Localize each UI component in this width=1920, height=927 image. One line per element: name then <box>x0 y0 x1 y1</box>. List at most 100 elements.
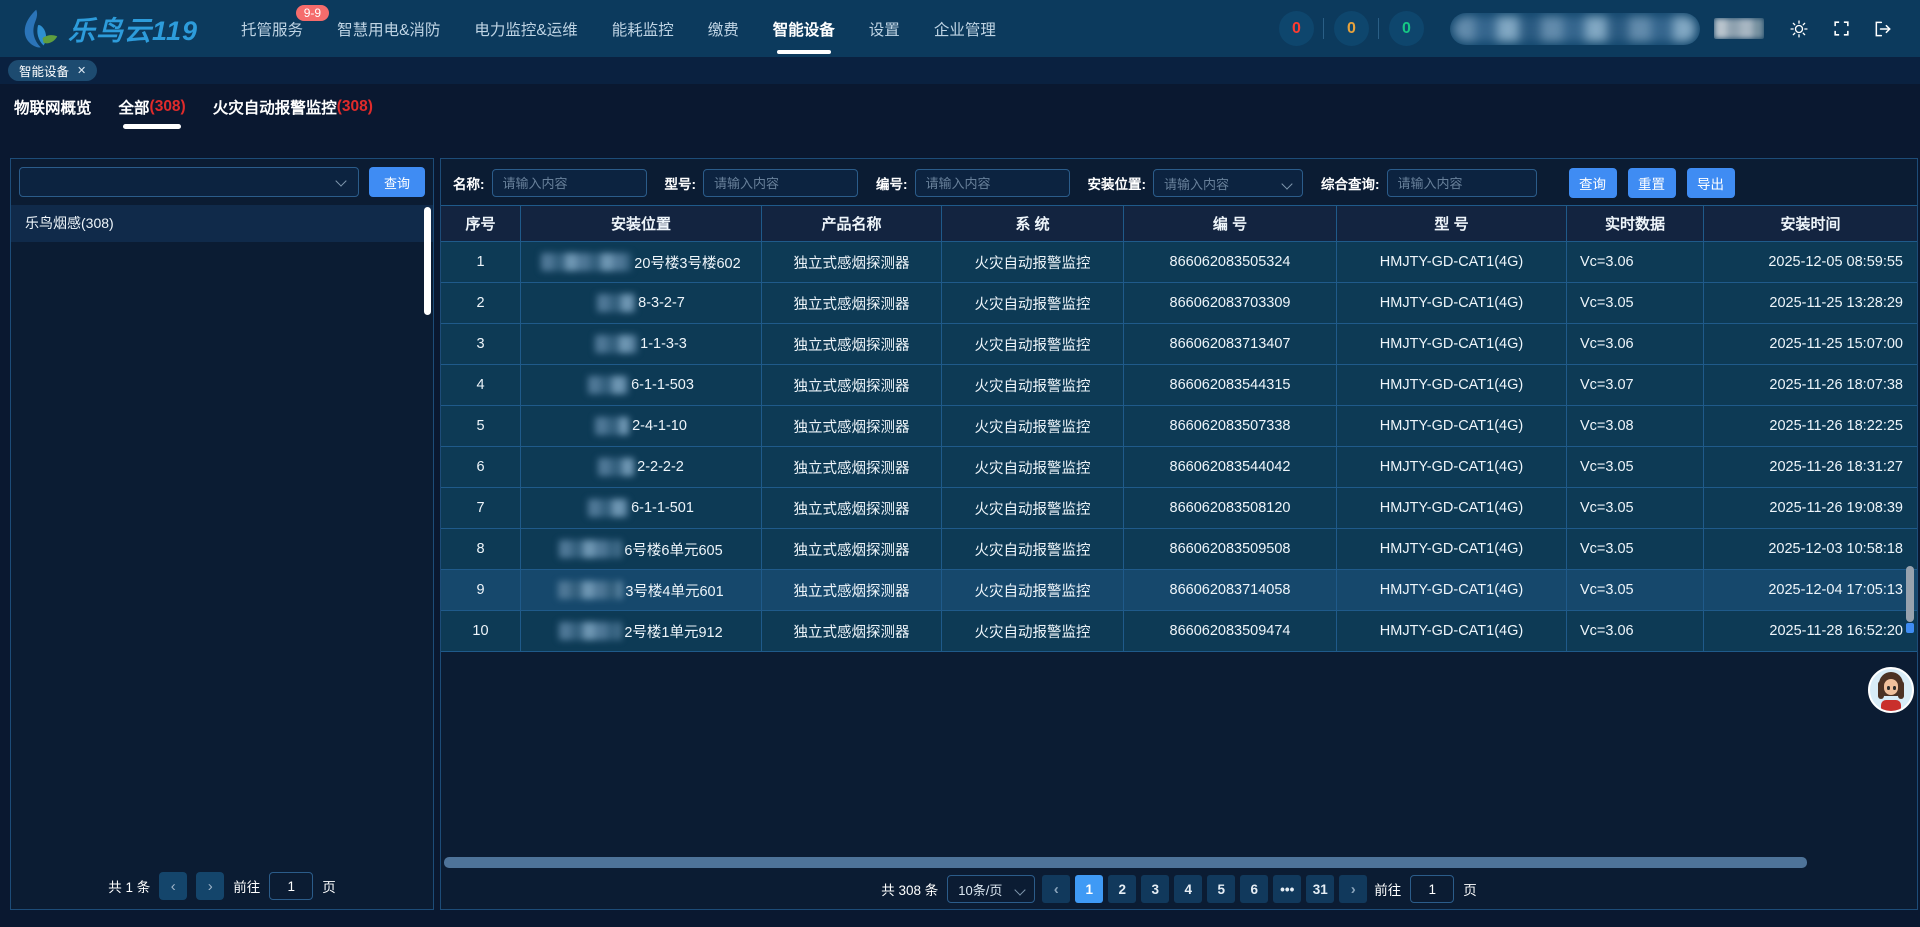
nav-item-label: 企业管理 <box>934 18 996 40</box>
cell-index: 7 <box>441 488 521 528</box>
nav-item[interactable]: 智慧用电&消防 <box>337 0 440 57</box>
cell-location: 6-1-1-501 <box>521 488 762 528</box>
open-tab-chip[interactable]: 智能设备 ✕ <box>8 60 97 81</box>
page-number-button[interactable]: 3 <box>1141 875 1169 903</box>
filter-input[interactable] <box>492 169 647 197</box>
cell-index: 3 <box>441 324 521 364</box>
table-row[interactable]: 4 6-1-1-503 独立式感烟探测器 火灾自动报警监控 8660620835… <box>441 365 1917 406</box>
page-size-value: 10条/页 <box>958 880 1002 899</box>
page-number-button[interactable]: 1 <box>1075 875 1103 903</box>
device-type-select[interactable] <box>19 167 359 197</box>
subtab[interactable]: 全部(308) <box>119 84 186 130</box>
cell-system: 火灾自动报警监控 <box>942 365 1124 405</box>
subtab[interactable]: 火灾自动报警监控(308) <box>213 84 373 130</box>
filter-field: 名称: <box>453 169 647 197</box>
prev-page-button[interactable]: ‹ <box>1042 875 1070 903</box>
page-size-select[interactable]: 10条/页 <box>947 875 1035 903</box>
cell-location: 2-4-1-10 <box>521 406 762 446</box>
reset-button[interactable]: 重置 <box>1628 168 1676 198</box>
redacted-blur-block <box>558 581 622 599</box>
page-number-button[interactable]: 31 <box>1306 875 1334 903</box>
redacted-blur-block <box>588 376 628 394</box>
table-row[interactable]: 1 20号楼3号楼602 独立式感烟探测器 火灾自动报警监控 866062083… <box>441 242 1917 283</box>
nav-item[interactable]: 能耗监控 <box>612 0 674 57</box>
goto-page-input[interactable] <box>1410 875 1454 903</box>
brand-title: 乐鸟云119 <box>68 9 198 48</box>
sidebar-next-page-button[interactable]: › <box>196 872 224 900</box>
sidebar-scrollbar-thumb[interactable] <box>424 207 431 315</box>
filter-input[interactable] <box>703 169 858 197</box>
nav-item-label: 电力监控&运维 <box>474 18 577 40</box>
table-header-cell: 安装时间 <box>1704 206 1917 241</box>
cell-model: HMJTY-GD-CAT1(4G) <box>1337 447 1567 487</box>
query-button[interactable]: 查询 <box>1569 168 1617 198</box>
table-row[interactable]: 2 8-3-2-7 独立式感烟探测器 火灾自动报警监控 866062083703… <box>441 283 1917 324</box>
cell-serial-number: 866062083509508 <box>1124 529 1337 569</box>
cell-location-text: 20号楼3号楼602 <box>634 252 740 273</box>
device-type-item[interactable]: 乐鸟烟感(308) <box>11 205 433 242</box>
table-row[interactable]: 9 3号楼4单元601 独立式感烟探测器 火灾自动报警监控 8660620837… <box>441 570 1917 611</box>
filter-fields: 名称: 型号: 编号: 安装位置: 请输入内容 综合查询: <box>453 169 1555 197</box>
nav-item[interactable]: 智能设备 <box>773 0 835 57</box>
table-row[interactable]: 8 6号楼6单元605 独立式感烟探测器 火灾自动报警监控 8660620835… <box>441 529 1917 570</box>
nav-item[interactable]: 缴费 <box>708 0 739 57</box>
cell-system: 火灾自动报警监控 <box>942 242 1124 282</box>
user-account-blurred[interactable] <box>1450 13 1700 45</box>
close-icon[interactable]: ✕ <box>77 64 86 77</box>
filter-input[interactable] <box>1387 169 1537 197</box>
cell-location-text: 2-2-2-2 <box>637 459 684 475</box>
table-row[interactable]: 3 1-1-3-3 独立式感烟探测器 火灾自动报警监控 866062083713… <box>441 324 1917 365</box>
cell-serial-number: 866062083508120 <box>1124 488 1337 528</box>
filter-select[interactable]: 请输入内容 <box>1153 169 1303 197</box>
cell-product-name: 独立式感烟探测器 <box>762 529 942 569</box>
assistant-avatar[interactable] <box>1868 667 1914 713</box>
table-header-cell: 安装位置 <box>521 206 762 241</box>
nav-item[interactable]: 电力监控&运维 <box>474 0 577 57</box>
cell-location-text: 6-1-1-503 <box>631 377 694 393</box>
page-number-button[interactable]: 6 <box>1240 875 1268 903</box>
cell-system: 火灾自动报警监控 <box>942 488 1124 528</box>
device-type-list: 乐鸟烟感(308) <box>11 205 433 242</box>
device-table: 序号安装位置产品名称系 统编 号型 号实时数据安装时间 1 20号楼3号楼602… <box>441 205 1917 652</box>
next-page-button[interactable]: › <box>1339 875 1367 903</box>
table-row[interactable]: 10 2号楼1单元912 独立式感烟探测器 火灾自动报警监控 866062083… <box>441 611 1917 652</box>
horizontal-scrollbar-thumb[interactable] <box>444 857 1807 868</box>
subtab[interactable]: 物联网概览 <box>14 84 92 130</box>
nav-item[interactable]: 设置 <box>869 0 900 57</box>
table-row[interactable]: 7 6-1-1-501 独立式感烟探测器 火灾自动报警监控 8660620835… <box>441 488 1917 529</box>
redacted-blur-block <box>541 253 631 271</box>
navbar-right: 0 0 0 <box>1269 11 1904 46</box>
redacted-blur-block <box>559 622 621 640</box>
export-button[interactable]: 导出 <box>1687 168 1735 198</box>
page-number-button[interactable]: 4 <box>1174 875 1202 903</box>
sidebar-prev-page-button[interactable]: ‹ <box>159 872 187 900</box>
page-buttons: 123456•••31 <box>1077 875 1332 903</box>
logout-icon[interactable] <box>1871 17 1895 41</box>
vertical-scrollbar <box>1906 566 1914 633</box>
cell-realtime-data: Vc=3.06 <box>1567 242 1704 282</box>
redacted-blur-block <box>595 417 629 435</box>
page-number-button[interactable]: 2 <box>1108 875 1136 903</box>
vertical-scrollbar-thumb[interactable] <box>1906 566 1914 622</box>
alarm-count: 0 <box>1347 20 1356 38</box>
alarm-counter-badge[interactable]: 0 <box>1279 11 1314 46</box>
nav-item[interactable]: 企业管理 <box>934 0 996 57</box>
filter-input[interactable] <box>915 169 1070 197</box>
nav-item-label: 缴费 <box>708 18 739 40</box>
filter-label: 型号: <box>665 173 697 193</box>
brightness-icon[interactable] <box>1787 17 1811 41</box>
sidebar-goto-page-input[interactable] <box>269 872 313 900</box>
nav-item[interactable]: 托管服务 9-9 <box>241 0 303 57</box>
fullscreen-icon[interactable] <box>1829 17 1853 41</box>
table-row[interactable]: 5 2-4-1-10 独立式感烟探测器 火灾自动报警监控 86606208350… <box>441 406 1917 447</box>
table-row[interactable]: 6 2-2-2-2 独立式感烟探测器 火灾自动报警监控 866062083544… <box>441 447 1917 488</box>
cell-model: HMJTY-GD-CAT1(4G) <box>1337 488 1567 528</box>
alarm-counter-badge[interactable]: 0 <box>1389 11 1424 46</box>
page-number-button[interactable]: ••• <box>1273 875 1301 903</box>
cell-location-text: 3号楼4单元601 <box>625 580 723 601</box>
cell-model: HMJTY-GD-CAT1(4G) <box>1337 365 1567 405</box>
alarm-counter-badge[interactable]: 0 <box>1334 11 1369 46</box>
page-number-button[interactable]: 5 <box>1207 875 1235 903</box>
sidebar-search-button[interactable]: 查询 <box>369 167 425 197</box>
total-count: 共 308 条 <box>881 879 938 899</box>
